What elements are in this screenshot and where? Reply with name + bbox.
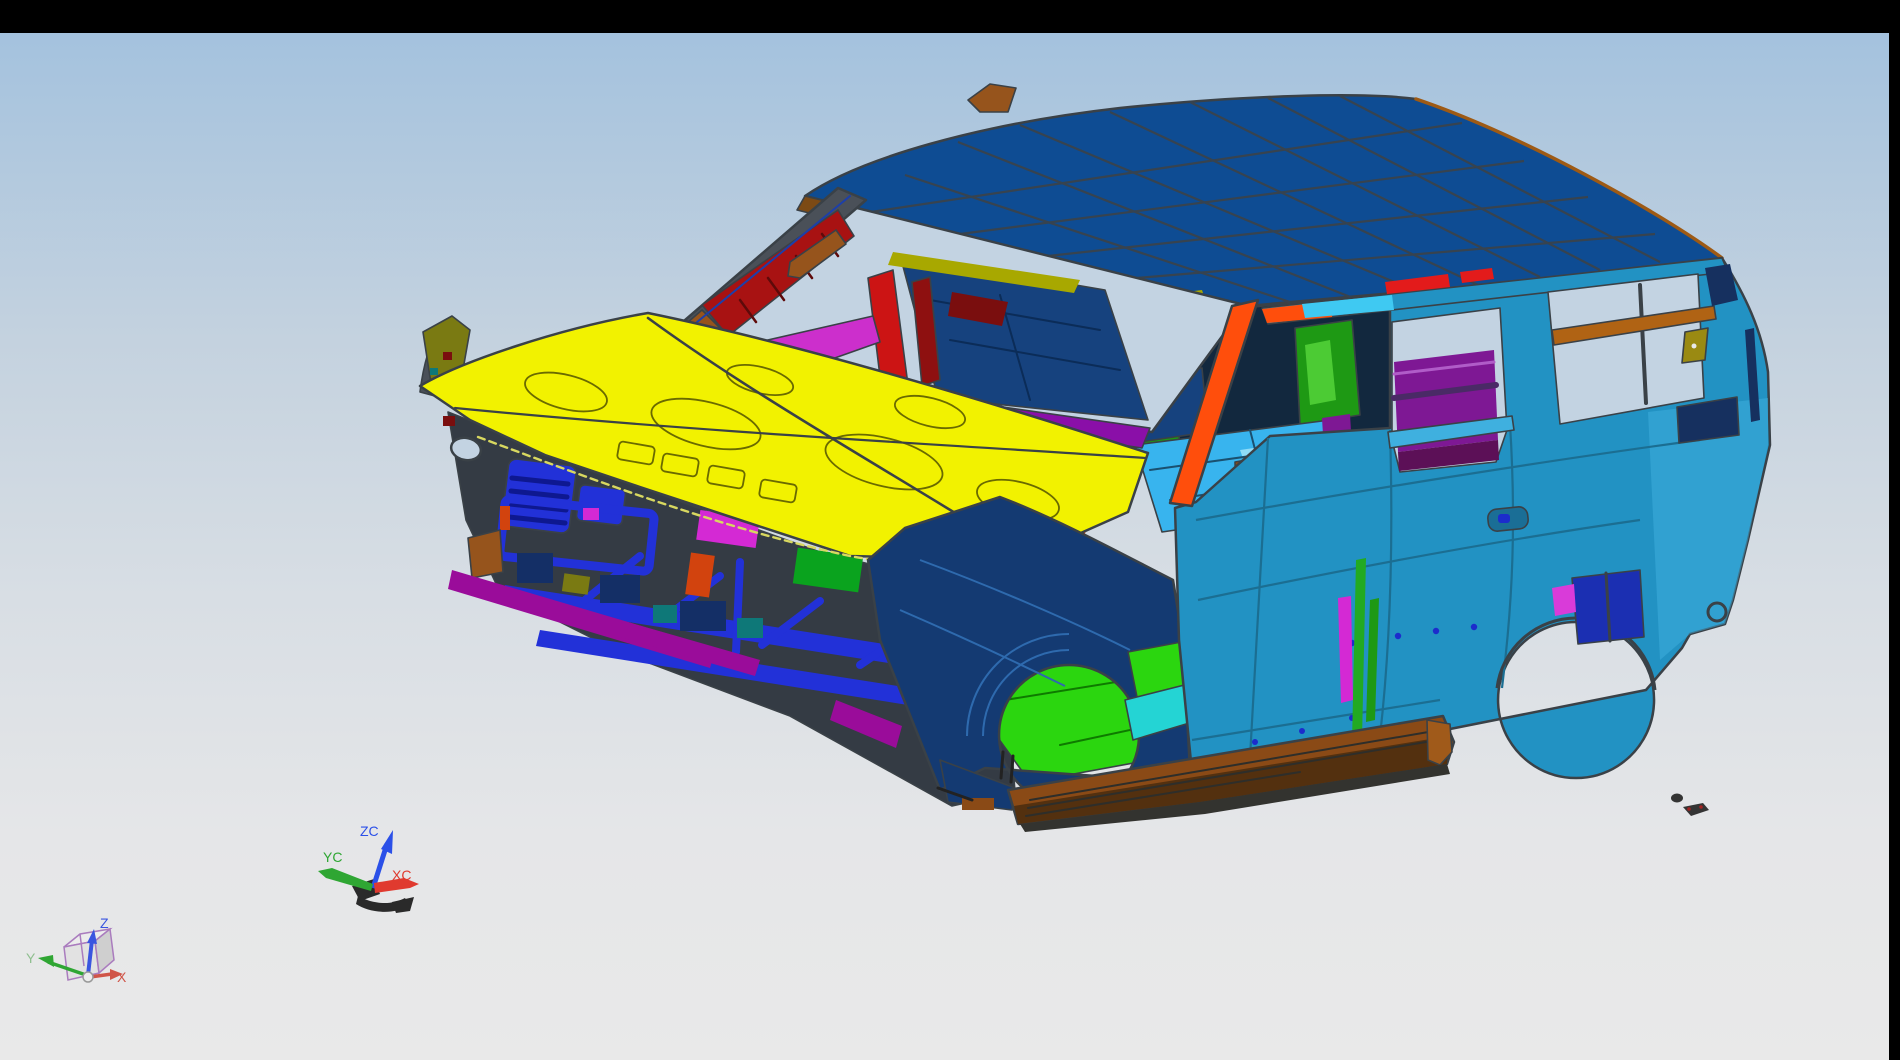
y-axis-arrowhead (38, 955, 54, 967)
floating-part-red-dot-1 (1687, 807, 1691, 811)
y-axis-label: Y (26, 950, 36, 966)
scene-svg: ZC YC XC Z Y X (0, 0, 1900, 1060)
arch-magenta-sliver[interactable] (1552, 584, 1576, 616)
zc-axis-label[interactable]: ZC (360, 823, 379, 839)
bracket-hole (1692, 344, 1697, 349)
floating-part-red-dot-2 (1699, 805, 1703, 809)
engine-magenta-1[interactable] (583, 508, 599, 520)
engine-olive-bit[interactable] (562, 573, 590, 594)
wcs-triad[interactable]: ZC YC XC (318, 823, 419, 913)
absolute-csys-triad: Z Y X (26, 915, 127, 985)
navy-block-2[interactable] (600, 575, 640, 603)
engine-orange-sliver[interactable] (500, 506, 510, 530)
frame-brown-piece[interactable] (468, 530, 503, 578)
yc-axis-label[interactable]: YC (323, 849, 342, 865)
z-axis-label: Z (100, 915, 109, 931)
door-handle-blue (1498, 514, 1510, 523)
floating-part-small[interactable] (1671, 794, 1683, 803)
application-screen: ZC YC XC Z Y X (0, 0, 1900, 1060)
x-axis-label: X (117, 969, 127, 985)
cowl-side-teal-dot (430, 368, 438, 375)
engine-teal-2[interactable] (737, 618, 763, 638)
floating-part-bracket[interactable] (1683, 803, 1709, 816)
navy-block-3[interactable] (680, 601, 726, 631)
origin-ball (83, 972, 93, 982)
navy-block-1[interactable] (517, 553, 553, 583)
cowl-side-red-dot (443, 352, 452, 360)
xc-axis-label[interactable]: XC (392, 867, 411, 883)
engine-teal-1[interactable] (653, 605, 677, 623)
front-dark-red-bit[interactable] (443, 416, 455, 426)
header-bracket-brown[interactable] (968, 84, 1016, 112)
yc-axis-arrow[interactable] (318, 868, 373, 891)
quarter-window-opening[interactable] (1548, 274, 1704, 424)
car-body-model[interactable] (420, 84, 1770, 832)
bumper-corner-brown[interactable] (962, 798, 994, 810)
